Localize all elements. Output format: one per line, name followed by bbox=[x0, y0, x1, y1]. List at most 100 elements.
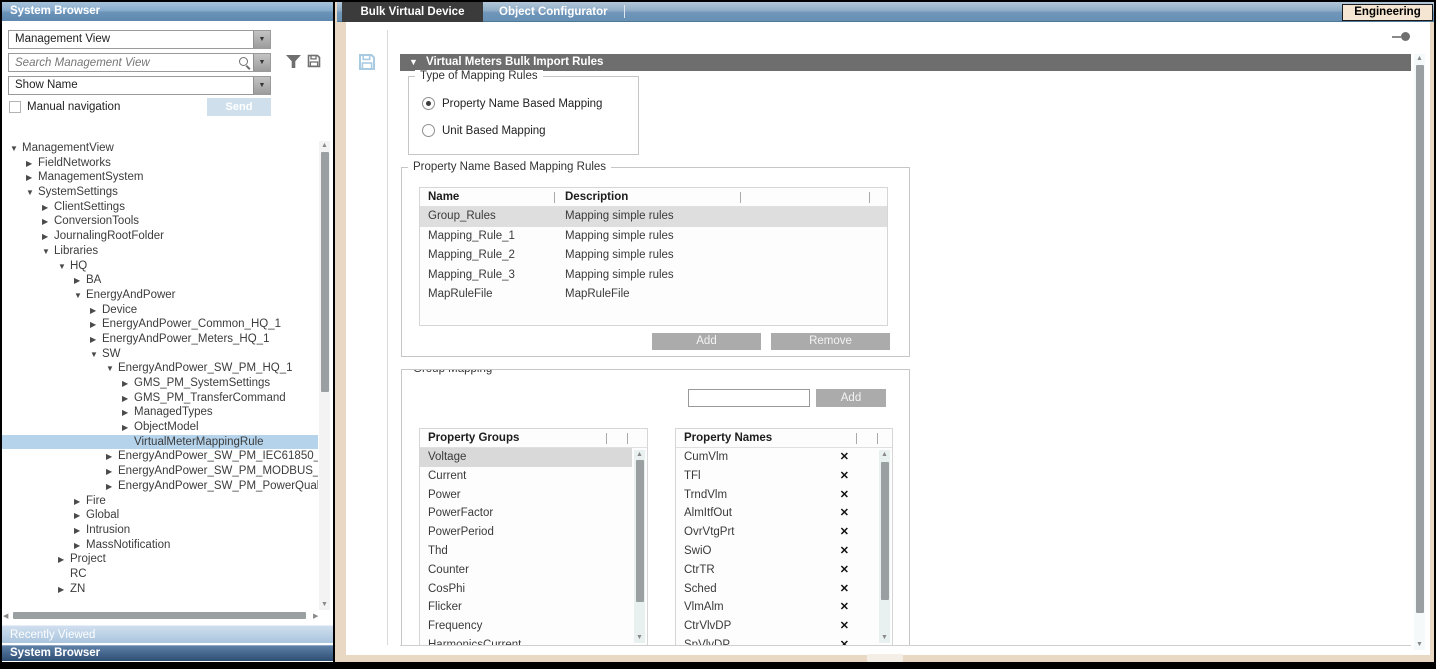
table-row[interactable]: Mapping_Rule_2Mapping simple rules bbox=[420, 246, 887, 266]
tree-expand-icon[interactable]: ▶ bbox=[106, 480, 118, 495]
tree-item[interactable]: ▶Global bbox=[2, 508, 318, 523]
list-item[interactable]: CtrVlvDP✕ bbox=[676, 617, 877, 636]
tree-item[interactable]: ▶Project bbox=[2, 552, 318, 567]
list-item[interactable]: AlmItfOut✕ bbox=[676, 504, 877, 523]
radio-unselected-icon[interactable] bbox=[422, 124, 435, 137]
list-item[interactable]: PowerPeriod bbox=[420, 523, 632, 542]
scroll-up-icon[interactable]: ▲ bbox=[634, 450, 645, 460]
tree-item[interactable]: ▶EnergyAndPower_Meters_HQ_1 bbox=[2, 332, 318, 347]
list-item[interactable]: PowerFactor bbox=[420, 504, 632, 523]
list-item[interactable]: Flicker bbox=[420, 598, 632, 617]
tree-item[interactable]: ▶JournalingRootFolder bbox=[2, 229, 318, 244]
tree-expand-icon[interactable]: ▶ bbox=[42, 215, 54, 230]
view-selector-dropdown[interactable]: Management View ▼ bbox=[8, 30, 271, 49]
tree-vertical-scrollbar[interactable]: ▲ ▼ bbox=[319, 141, 330, 610]
scroll-right-icon[interactable]: ▶ bbox=[313, 612, 318, 622]
tree-expand-icon[interactable]: ▶ bbox=[58, 553, 70, 568]
save-button[interactable] bbox=[358, 53, 376, 71]
tree-expand-icon[interactable]: ▶ bbox=[122, 406, 134, 421]
list-item[interactable]: Thd bbox=[420, 542, 632, 561]
section-header[interactable]: ▼ Virtual Meters Bulk Import Rules bbox=[400, 54, 1411, 71]
system-browser-bottom-bar[interactable]: System Browser bbox=[2, 645, 333, 661]
tree-expand-icon[interactable]: ▶ bbox=[74, 495, 86, 510]
main-scrollbar-thumb[interactable] bbox=[1416, 65, 1424, 613]
tree-item[interactable]: RC bbox=[2, 567, 318, 582]
scroll-up-icon[interactable]: ▲ bbox=[319, 141, 330, 151]
names-scrollbar[interactable]: ▲ ▼ bbox=[879, 450, 890, 643]
table-row[interactable]: Group_RulesMapping simple rules bbox=[420, 207, 887, 227]
tree-collapse-icon[interactable]: ▼ bbox=[106, 362, 118, 377]
table-row[interactable]: Mapping_Rule_3Mapping simple rules bbox=[420, 266, 887, 286]
tree-item[interactable]: ▶EnergyAndPower_SW_PM_PowerQuality_HQ_ bbox=[2, 479, 318, 494]
delete-icon[interactable]: ✕ bbox=[840, 617, 849, 636]
radio-selected-icon[interactable] bbox=[422, 97, 435, 110]
tree-item[interactable]: ▼SystemSettings bbox=[2, 185, 318, 200]
rules-remove-button[interactable]: Remove bbox=[771, 333, 890, 350]
tree-expand-icon[interactable]: ▶ bbox=[90, 304, 102, 319]
scroll-down-icon[interactable]: ▼ bbox=[1414, 640, 1425, 650]
tab-bulk-virtual-device-import[interactable]: Bulk Virtual Device Import bbox=[342, 2, 483, 22]
column-resize-handle[interactable] bbox=[554, 192, 555, 203]
tree-item[interactable]: ▶EnergyAndPower_SW_PM_MODBUS_HQ_1 bbox=[2, 464, 318, 479]
tree-expand-icon[interactable]: ▶ bbox=[26, 171, 38, 186]
main-vertical-scrollbar[interactable]: ▲ ▼ bbox=[1414, 54, 1425, 650]
tree-item[interactable]: ▶ConversionTools bbox=[2, 214, 318, 229]
tree-collapse-icon[interactable]: ▼ bbox=[26, 186, 38, 201]
display-mode-dropdown[interactable]: Show Name ▼ bbox=[8, 76, 271, 95]
tree-item[interactable]: ▶GMS_PM_SystemSettings bbox=[2, 376, 318, 391]
tree-expand-icon[interactable]: ▶ bbox=[58, 583, 70, 598]
delete-icon[interactable]: ✕ bbox=[840, 523, 849, 542]
tree-item[interactable]: ▶FieldNetworks bbox=[2, 156, 318, 171]
property-groups-header-label[interactable]: Property Groups bbox=[428, 432, 519, 444]
scroll-left-icon[interactable]: ◀ bbox=[3, 612, 8, 622]
tree-expand-icon[interactable]: ▶ bbox=[90, 333, 102, 348]
delete-icon[interactable]: ✕ bbox=[840, 486, 849, 505]
tree-item[interactable]: ▶Intrusion bbox=[2, 523, 318, 538]
delete-icon[interactable]: ✕ bbox=[840, 542, 849, 561]
tree-item[interactable]: ▶ManagementSystem bbox=[2, 170, 318, 185]
tree-expand-icon[interactable]: ▶ bbox=[122, 377, 134, 392]
save-search-icon[interactable] bbox=[307, 54, 321, 68]
list-item[interactable]: SpVlvDP✕ bbox=[676, 636, 877, 645]
recently-viewed-bar[interactable]: Recently Viewed bbox=[2, 625, 333, 643]
delete-icon[interactable]: ✕ bbox=[840, 636, 849, 645]
list-item[interactable]: CosPhi bbox=[420, 580, 632, 599]
tree-collapse-icon[interactable]: ▼ bbox=[10, 142, 22, 157]
tree-item[interactable]: ▶ClientSettings bbox=[2, 200, 318, 215]
tree-expand-icon[interactable]: ▶ bbox=[74, 274, 86, 289]
tree-item[interactable]: ▶MassNotification bbox=[2, 538, 318, 553]
tree-item[interactable]: ▼EnergyAndPower_SW_PM_HQ_1 bbox=[2, 361, 318, 376]
list-item[interactable]: SwiO✕ bbox=[676, 542, 877, 561]
column-resize-handle[interactable] bbox=[856, 433, 857, 444]
names-scrollbar-thumb[interactable] bbox=[881, 462, 889, 600]
tree-expand-icon[interactable]: ▶ bbox=[106, 450, 118, 465]
delete-icon[interactable]: ✕ bbox=[840, 561, 849, 580]
tree-collapse-icon[interactable]: ▼ bbox=[90, 348, 102, 363]
groups-scrollbar-thumb[interactable] bbox=[636, 460, 644, 602]
tree-item[interactable]: ▼Libraries bbox=[2, 244, 318, 259]
table-row[interactable]: Mapping_Rule_1Mapping simple rules bbox=[420, 227, 887, 247]
filter-icon[interactable] bbox=[286, 55, 301, 68]
tree-item[interactable]: ▼SW bbox=[2, 347, 318, 362]
tree-expand-icon[interactable]: ▶ bbox=[74, 509, 86, 524]
collapse-triangle-icon[interactable]: ▼ bbox=[409, 58, 418, 67]
tree-expand-icon[interactable]: ▶ bbox=[122, 421, 134, 436]
tree-collapse-icon[interactable]: ▼ bbox=[58, 260, 70, 275]
scroll-up-icon[interactable]: ▲ bbox=[1414, 54, 1425, 64]
list-item[interactable]: VlmAlm✕ bbox=[676, 598, 877, 617]
tree-item[interactable]: ▶ZN bbox=[2, 582, 318, 597]
groups-scrollbar[interactable]: ▲ ▼ bbox=[634, 450, 645, 643]
delete-icon[interactable]: ✕ bbox=[840, 467, 849, 486]
group-mapping-input[interactable] bbox=[688, 389, 810, 407]
tree-horizontal-scrollbar[interactable]: ◀ ▶ bbox=[2, 610, 332, 621]
pin-icon[interactable] bbox=[1392, 32, 1410, 41]
chevron-down-icon[interactable]: ▼ bbox=[253, 31, 270, 48]
tree-item[interactable]: ▶Device bbox=[2, 303, 318, 318]
scroll-down-icon[interactable]: ▼ bbox=[319, 600, 330, 610]
column-header-name[interactable]: Name bbox=[428, 188, 459, 207]
column-resize-handle[interactable] bbox=[740, 192, 741, 203]
list-item[interactable]: TrndVlm✕ bbox=[676, 486, 877, 505]
list-item[interactable]: CumVlm✕ bbox=[676, 448, 877, 467]
list-item[interactable]: CtrTR✕ bbox=[676, 561, 877, 580]
scroll-up-icon[interactable]: ▲ bbox=[879, 450, 890, 460]
